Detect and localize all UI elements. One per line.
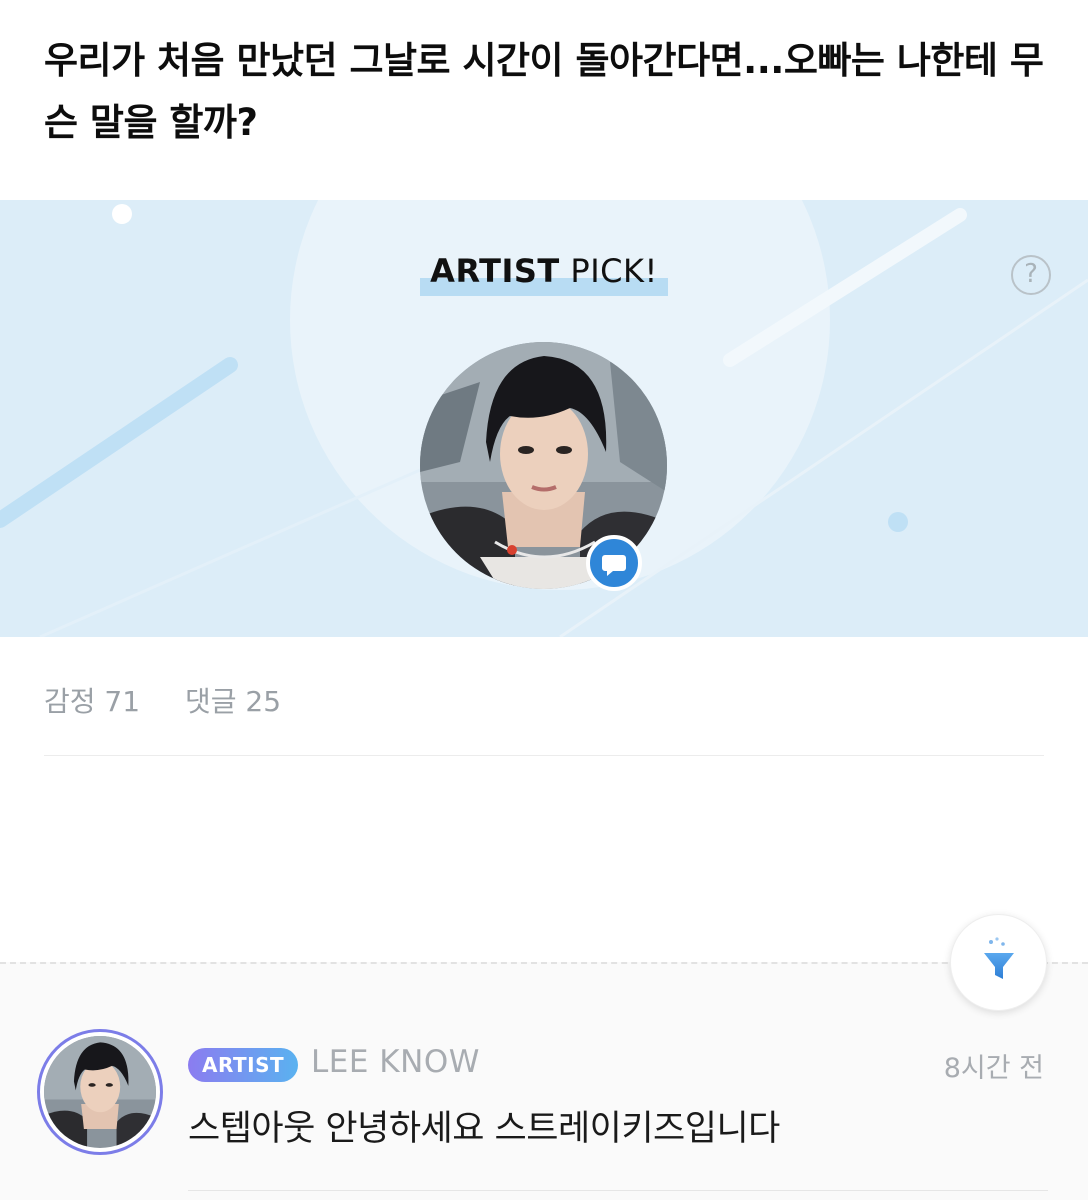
comment-timestamp: 8시간 전 <box>943 1053 1044 1084</box>
question-icon[interactable]: ? <box>1011 255 1051 295</box>
emotion-count[interactable]: 감정 71 <box>44 685 140 718</box>
artist-badge: ARTIST <box>188 1048 299 1082</box>
comment-count[interactable]: 댓글 25 <box>185 685 281 718</box>
chat-bubble-icon <box>586 535 642 591</box>
artist-pick-label-strong: ARTIST <box>430 252 560 290</box>
post-stats: 감정 71 댓글 25 <box>44 680 317 720</box>
commenter-avatar-photo <box>44 1036 156 1148</box>
comments-section <box>0 962 1088 1200</box>
comment-text: 스텝아웃 안녕하세요 스트레이키즈입니다 <box>188 1109 780 1149</box>
artist-pick-label: ARTIST PICK! <box>0 252 1088 296</box>
post-title: 우리가 처음 만났던 그날로 시간이 돌아간다면...오빠는 나한테 무슨 말을… <box>44 39 1044 144</box>
comment-author[interactable]: LEE KNOW <box>311 1044 480 1080</box>
artist-pick-banner: ARTIST PICK! ? <box>0 200 1088 637</box>
comment-divider <box>188 1190 1048 1191</box>
filter-button[interactable] <box>950 914 1047 1011</box>
commenter-avatar[interactable] <box>37 1029 163 1155</box>
filter-funnel-icon <box>984 937 1014 979</box>
divider <box>44 755 1044 756</box>
chat-bubble-glyph <box>602 555 626 576</box>
artist-pick-label-rest: PICK! <box>559 252 658 290</box>
